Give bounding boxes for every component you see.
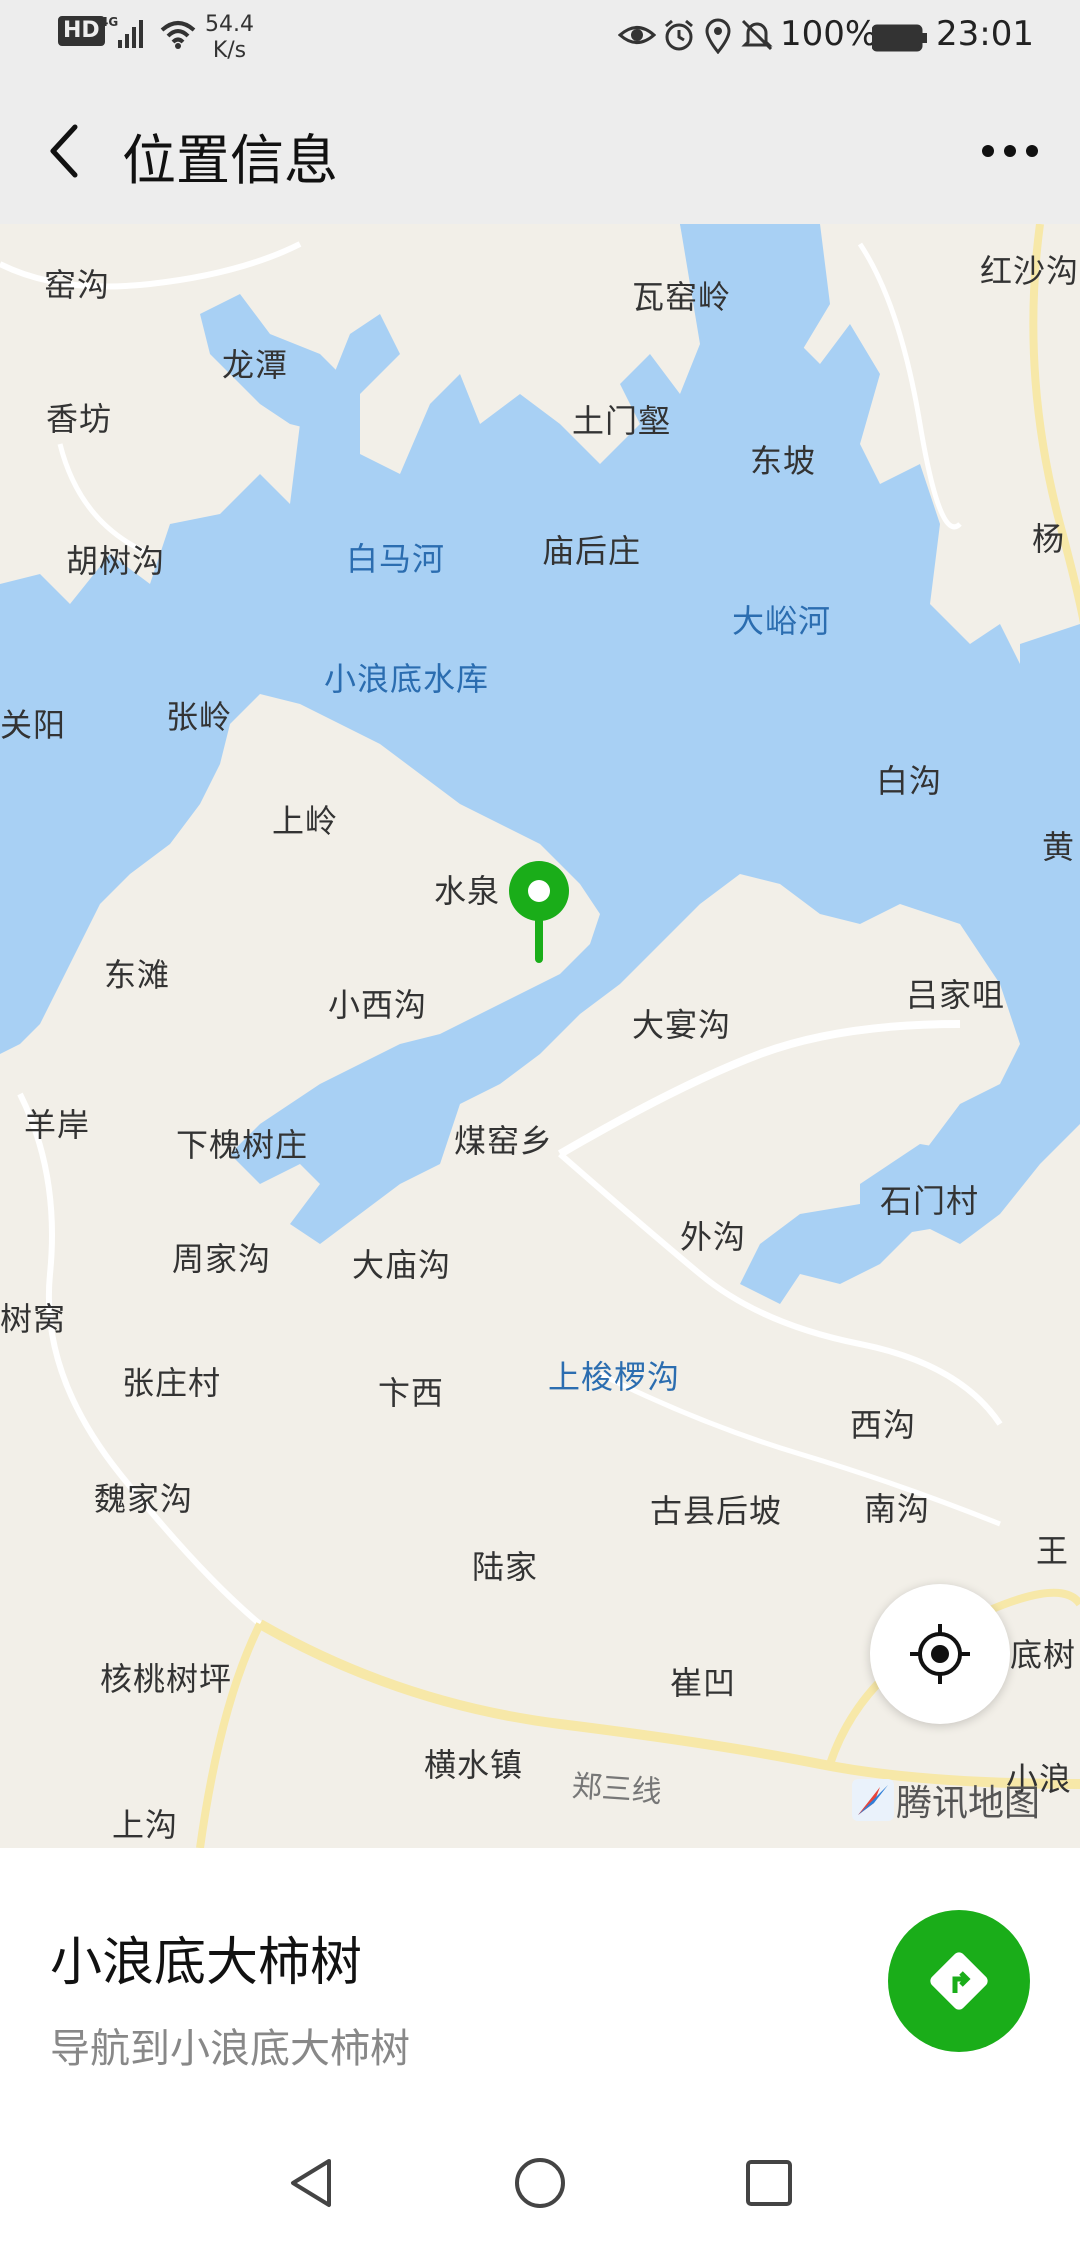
place-label: 羊岸 (24, 1106, 91, 1144)
map-pin-icon[interactable] (507, 859, 571, 969)
water-label-shangsuoluogou: 上梭椤沟 (548, 1358, 681, 1396)
place-label: 龙潭 (222, 346, 289, 384)
recents-square-icon[interactable] (734, 2148, 804, 2218)
place-label: 王 (1036, 1532, 1070, 1570)
mute-icon (740, 18, 774, 52)
place-label: 红沙沟 (980, 252, 1080, 290)
place-label: 下槐树庄 (176, 1126, 309, 1164)
place-label: 西沟 (850, 1406, 917, 1444)
place-label: 水泉 (434, 872, 501, 910)
svg-text:4G: 4G (100, 15, 118, 29)
place-label: 核桃树坪 (100, 1660, 233, 1698)
place-label: 关阳 (0, 706, 67, 744)
place-label: 张岭 (166, 698, 233, 736)
wifi-icon (158, 18, 198, 50)
place-label: 吕家咀 (906, 976, 1006, 1014)
hd-indicator: HD (58, 16, 105, 46)
battery-icon (872, 24, 928, 52)
place-label: 树窝 (0, 1300, 67, 1338)
page-title: 位置信息 (122, 129, 338, 192)
place-label: 黄 (1042, 828, 1076, 866)
place-label: 土门壑 (572, 402, 672, 440)
place-label: 白沟 (876, 762, 943, 800)
place-label: 上岭 (272, 802, 339, 840)
system-nav-bar (0, 2118, 1080, 2244)
water-label-baimahe: 白马河 (346, 540, 446, 578)
alarm-icon (662, 18, 696, 52)
chevron-left-icon (50, 124, 78, 178)
clock: 23:01 (936, 14, 1034, 54)
battery-text: 100% (780, 14, 878, 54)
place-label: 魏家沟 (94, 1480, 194, 1518)
hd-label: HD (58, 16, 105, 46)
battery-percent: 100% (780, 14, 877, 54)
home-circle-icon[interactable] (505, 2148, 575, 2218)
locate-button[interactable] (870, 1584, 1010, 1724)
navigate-icon (930, 1952, 988, 2010)
place-label: 石门村 (880, 1182, 980, 1220)
more-horizontal-icon (982, 145, 1038, 157)
locate-target-icon (910, 1624, 970, 1684)
place-label: 东滩 (104, 956, 171, 994)
place-label: 古县后坡 (650, 1492, 783, 1530)
net-speed-unit: K/s (212, 38, 247, 63)
location-icon (704, 18, 732, 54)
place-label: 大庙沟 (352, 1246, 452, 1284)
place-label: 小西沟 (328, 986, 428, 1024)
place-label: 张庄村 (122, 1364, 222, 1402)
status-bar: HD 4G 54.4 K/s 100% 23:01 (0, 0, 1080, 78)
more-button[interactable] (970, 116, 1050, 186)
water-label-dayuhe: 大峪河 (732, 602, 832, 640)
provider-label: 腾讯地图 (896, 1783, 1041, 1824)
back-triangle-icon[interactable] (276, 2148, 346, 2218)
place-label: 卞西 (378, 1374, 445, 1412)
back-button[interactable] (30, 116, 100, 186)
map-view[interactable]: 白马河 小浪底水库 大峪河 上梭椤沟 窑沟 龙潭 香坊 胡树沟 关阳 张岭 上岭… (0, 224, 1080, 1848)
place-label: 陆家 (472, 1548, 539, 1586)
eye-icon (618, 20, 656, 50)
tencent-map-logo-icon (852, 1779, 894, 1821)
water-label-reservoir: 小浪底水库 (324, 660, 490, 698)
place-label: 瓦窑岭 (632, 278, 732, 316)
signal-icon: 4G (100, 14, 152, 50)
net-speed-value: 54.4 (205, 12, 254, 37)
place-label: 底树 (1010, 1636, 1077, 1674)
place-label: 大宴沟 (632, 1006, 732, 1044)
place-label: 横水镇 (424, 1746, 524, 1784)
navigate-to-text[interactable]: 导航到小浪底大柿树 (50, 2016, 410, 2074)
location-info-panel: 小浪底大柿树 导航到小浪底大柿树 (0, 1848, 1080, 2118)
place-label: 煤窑乡 (454, 1122, 554, 1160)
place-name: 小浪底大柿树 (50, 1933, 363, 1993)
place-label: 杨 (1032, 520, 1066, 558)
place-label: 周家沟 (172, 1240, 272, 1278)
place-label: 上沟 (112, 1806, 179, 1844)
place-label: 崔凹 (670, 1664, 737, 1702)
place-label: 胡树沟 (66, 542, 166, 580)
place-label: 庙后庄 (542, 532, 642, 570)
time-text: 23:01 (936, 14, 1034, 54)
net-speed: 54.4 K/s (205, 12, 254, 64)
place-label: 南沟 (864, 1490, 931, 1528)
road-label: 郑三线 (570, 1768, 663, 1811)
map-provider-logo: 腾讯地图 (850, 1774, 1040, 1826)
header: 位置信息 (0, 78, 1080, 224)
place-label: 香坊 (46, 400, 113, 438)
place-label: 东坡 (750, 442, 817, 480)
place-label: 外沟 (680, 1218, 747, 1256)
place-label: 窑沟 (44, 266, 111, 304)
navigate-button[interactable] (888, 1910, 1030, 2052)
